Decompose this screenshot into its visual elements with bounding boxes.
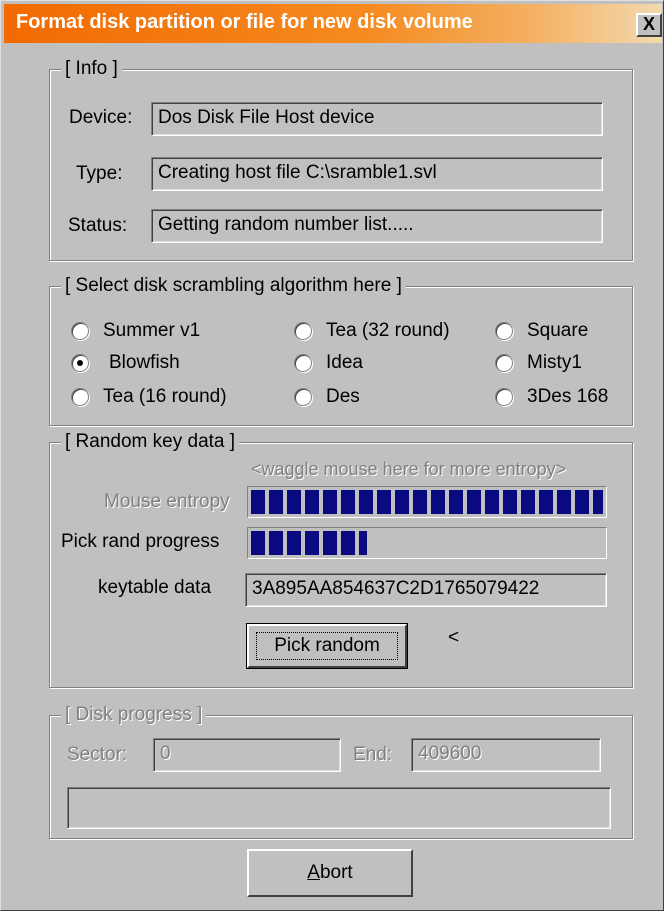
close-icon: X — [642, 14, 655, 34]
radio-label: Summer v1 — [103, 320, 201, 341]
sector-label: Sector: — [67, 744, 128, 765]
status-field: Getting random number list..... — [151, 209, 603, 243]
keytable-label: keytable data — [98, 577, 212, 598]
radio-label: Des — [326, 386, 360, 407]
radio-label: Blowfish — [109, 352, 180, 373]
radio-label: 3Des 168 — [527, 386, 609, 407]
title-bar[interactable]: Format disk partition or file for new di… — [4, 4, 662, 43]
info-legend: [ Info ] — [61, 58, 122, 80]
radio-indicator-selected — [71, 354, 89, 372]
radio-indicator — [495, 354, 513, 372]
keytable-field: 3A895AA854637C2D1765079422 — [245, 573, 607, 607]
pick-rand-label: Pick rand progress — [61, 531, 220, 552]
radio-label: Tea (32 round) — [326, 320, 450, 341]
type-field: Creating host file C:\sramble1.svl — [151, 157, 603, 191]
entropy-hint[interactable]: <waggle mouse here for more entropy> — [251, 459, 566, 480]
pointer-arrow: < — [448, 627, 460, 648]
radio-label: Tea (16 round) — [103, 386, 227, 407]
status-label: Status: — [68, 215, 128, 236]
radio-label: Misty1 — [527, 352, 582, 373]
abort-accelerator: A — [307, 862, 320, 883]
window-title: Format disk partition or file for new di… — [16, 11, 473, 33]
mouse-entropy-fill — [251, 490, 603, 514]
pick-random-label: Pick random — [274, 635, 380, 656]
radio-indicator — [71, 322, 89, 340]
algorithm-legend: [ Select disk scrambling algorithm here … — [61, 275, 406, 297]
abort-label: Abort — [249, 862, 411, 884]
radio-indicator — [495, 322, 513, 340]
mouse-entropy-progress[interactable] — [247, 486, 607, 518]
format-dialog-window: Format disk partition or file for new di… — [0, 0, 664, 911]
device-field: Dos Disk File Host device — [151, 102, 603, 136]
pick-rand-fill — [251, 531, 368, 555]
radio-indicator — [294, 354, 312, 372]
end-label: End: — [353, 744, 393, 765]
radio-label: Square — [527, 320, 589, 341]
radio-indicator — [294, 388, 312, 406]
type-label: Type: — [76, 163, 123, 184]
disk-progress-bar — [67, 787, 611, 829]
pick-rand-progress — [247, 527, 607, 559]
disk-progress-legend: [ Disk progress ] — [61, 704, 207, 726]
radio-label: Idea — [326, 352, 363, 373]
device-label: Device: — [69, 107, 133, 128]
close-button[interactable]: X — [636, 13, 662, 37]
pick-random-button[interactable]: Pick random — [246, 623, 408, 669]
mouse-entropy-label: Mouse entropy — [104, 491, 230, 512]
sector-field: 0 — [153, 738, 341, 772]
abort-button[interactable]: Abort — [247, 849, 413, 897]
abort-label-rest: bort — [319, 862, 353, 883]
end-field: 409600 — [411, 738, 601, 772]
radio-indicator — [495, 388, 513, 406]
radio-indicator — [71, 388, 89, 406]
radio-indicator — [294, 322, 312, 340]
random-key-legend: [ Random key data ] — [61, 431, 240, 453]
